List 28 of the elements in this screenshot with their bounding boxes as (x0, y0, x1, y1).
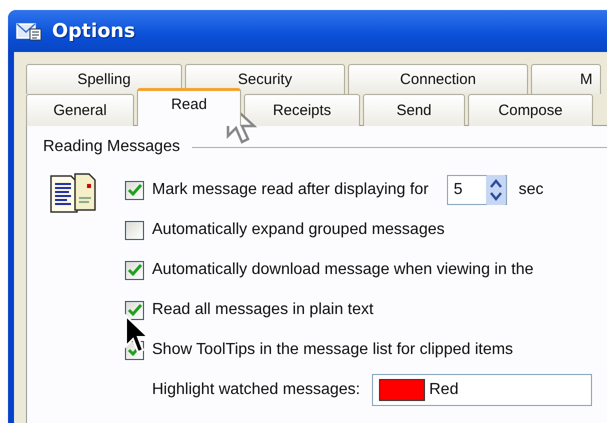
group-title: Reading Messages (43, 138, 180, 156)
checkbox[interactable] (125, 220, 144, 240)
checkmark-icon (126, 263, 142, 277)
tab[interactable]: Spelling (26, 64, 182, 94)
spin-field[interactable]: 5 (446, 175, 507, 205)
option-label: Automatically download message when viewing in the (152, 261, 534, 279)
spin-arrows-icon[interactable] (486, 175, 506, 205)
tab[interactable]: Security (185, 64, 345, 94)
checkbox[interactable] (125, 260, 144, 280)
option-label: Mark message read after displaying for (152, 181, 429, 199)
option-label: Show ToolTips in the message list for clipped items (152, 341, 514, 359)
checkmark-icon (126, 303, 142, 317)
tab[interactable]: M (531, 64, 601, 94)
tab[interactable]: Send (363, 94, 465, 126)
tab[interactable]: Compose (468, 94, 593, 126)
checkbox[interactable] (125, 300, 144, 320)
unit-label: sec (518, 181, 544, 199)
checkmark-icon (126, 183, 142, 197)
tab[interactable]: Connection (348, 64, 528, 94)
field-label: Highlight watched messages: (152, 381, 360, 399)
color-dropdown[interactable]: Red (372, 374, 592, 406)
tab[interactable]: General (26, 94, 134, 126)
tab[interactable]: Receipts (244, 94, 360, 126)
checkbox[interactable] (125, 180, 144, 200)
window-title: Options (52, 20, 136, 42)
tab[interactable]: Read (137, 88, 241, 126)
option-label: Read all messages in plain text (152, 301, 374, 319)
option-label: Automatically expand grouped messages (152, 221, 445, 239)
